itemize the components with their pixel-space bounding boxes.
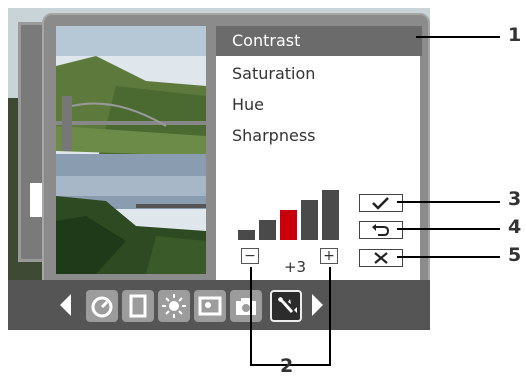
menu-item-saturation[interactable]: Saturation (216, 59, 420, 89)
callout-1: 1 (508, 24, 522, 46)
callout-3: 3 (508, 188, 522, 210)
brightness-icon[interactable] (158, 290, 190, 322)
callout-line-1 (416, 36, 500, 38)
reset-button[interactable] (359, 221, 403, 239)
timer-icon[interactable] (86, 290, 118, 322)
adjust-value: +3 (283, 258, 307, 276)
callout-4: 4 (508, 216, 522, 238)
clipboard-icon[interactable] (122, 290, 154, 322)
level-bar-2 (259, 220, 276, 240)
confirm-button[interactable] (359, 194, 403, 212)
callout-line-3 (397, 201, 500, 203)
callout-line-4 (397, 228, 500, 230)
close-x-icon (374, 252, 388, 264)
level-bar-1 (238, 230, 255, 240)
preview-photo (56, 26, 206, 274)
scroll-right-arrow-icon[interactable] (312, 294, 323, 316)
increase-button[interactable]: + (320, 248, 338, 264)
menu-item-sharpness[interactable]: Sharpness (216, 121, 420, 151)
callout-5: 5 (508, 244, 522, 266)
camera-icon[interactable] (230, 290, 262, 322)
scroll-left-arrow-icon[interactable] (60, 294, 71, 316)
callout-line-2-left (250, 267, 252, 365)
cancel-button[interactable] (359, 249, 403, 267)
callout-line-5 (397, 256, 500, 258)
image-settings-icon[interactable] (194, 290, 226, 322)
camera-toolbar (8, 280, 430, 330)
level-bar-4 (301, 200, 318, 240)
menu-item-hue[interactable]: Hue (216, 90, 420, 120)
tools-icon[interactable] (270, 290, 302, 322)
level-bar-5 (322, 190, 339, 240)
checkmark-icon (372, 197, 389, 210)
level-bar-3 (280, 210, 297, 240)
menu-scroll-indicator (418, 26, 422, 56)
menu-item-contrast[interactable]: Contrast (216, 26, 420, 56)
decrease-button[interactable]: − (241, 248, 259, 264)
adjustment-menu: Contrast Saturation Hue Sharpness (216, 26, 420, 280)
callout-2: 2 (280, 355, 294, 377)
callout-line-2-right (329, 267, 331, 365)
undo-icon (372, 224, 390, 236)
